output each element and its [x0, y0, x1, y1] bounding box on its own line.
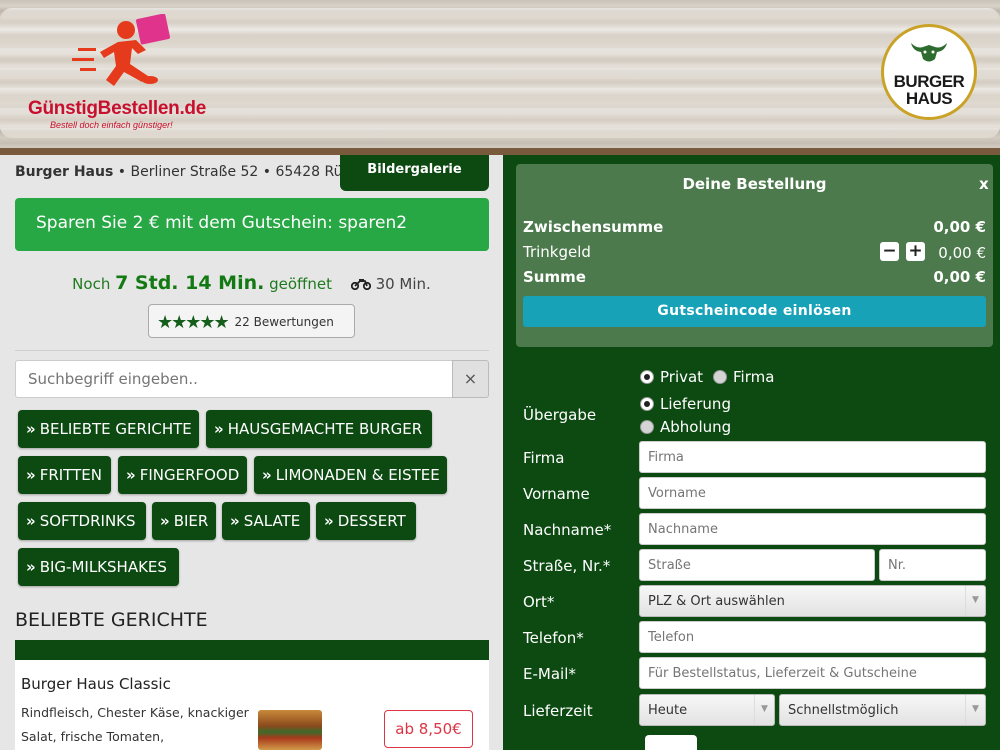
close-icon: × — [463, 369, 478, 388]
restaurant-logo-text: BURGER HAUS — [893, 72, 965, 108]
brand-slogan: Bestell doch einfach günstiger! — [50, 120, 173, 130]
double-chevron-icon: » — [230, 512, 240, 530]
menu-item-name: Burger Haus Classic — [21, 675, 171, 693]
restaurant-info: Burger Haus • Berliner Straße 52 • 65428… — [15, 164, 345, 180]
total-label: Summe — [523, 268, 586, 286]
delivery-time: 30 Min. — [350, 275, 431, 293]
company-label: Firma — [523, 449, 565, 467]
category-dessert[interactable]: » DESSERT — [316, 502, 416, 540]
double-chevron-icon: » — [26, 420, 36, 438]
radio-pickup[interactable]: Abholung — [640, 418, 731, 436]
double-chevron-icon: » — [126, 466, 136, 484]
lastname-label: Nachname* — [523, 521, 612, 539]
city-select[interactable]: PLZ & Ort auswählen ▼ — [639, 585, 986, 617]
tip-decrease-button[interactable]: − — [880, 242, 899, 261]
category-bier[interactable]: » BIER — [152, 502, 216, 540]
double-chevron-icon: » — [160, 512, 170, 530]
lastname-field[interactable] — [639, 513, 986, 545]
double-chevron-icon: » — [26, 512, 36, 530]
email-label: E-Mail* — [523, 665, 576, 683]
subtotal-label: Zwischensumme — [523, 218, 664, 236]
rating-button[interactable]: ★★★★★ 22 Bewertungen — [148, 304, 355, 338]
gallery-button[interactable]: Bildergalerie — [340, 155, 489, 191]
category-salate[interactable]: » SALATE — [222, 502, 310, 540]
search-input[interactable] — [15, 360, 453, 398]
open-time: 7 Std. 14 Min. — [115, 272, 265, 294]
star-rating-icon: ★★★★★ — [157, 312, 230, 333]
clear-search-button[interactable]: × — [452, 360, 489, 398]
divider — [15, 350, 489, 351]
phone-field[interactable] — [639, 621, 986, 653]
order-title: Deine Bestellung — [682, 175, 827, 193]
menu-item-image — [258, 710, 322, 750]
radio-private[interactable]: Privat — [640, 368, 703, 386]
menu-item-description: Rindfleisch, Chester Käse, knackiger Sal… — [21, 705, 249, 744]
chevron-down-icon: ▼ — [965, 695, 985, 725]
brand-logo[interactable]: GünstigBestellen.de Bestell doch einfach… — [28, 14, 206, 130]
radio-checked-icon — [640, 370, 654, 384]
category-fritten[interactable]: » FRITTEN — [18, 456, 111, 494]
opening-status: Noch 7 Std. 14 Min. geöffnet 30 Min. — [72, 272, 431, 294]
tip-label: Trinkgeld — [523, 243, 591, 261]
time-select[interactable]: Schnellstmöglich ▼ — [779, 694, 986, 726]
coupon-banner: Sparen Sie 2 € mit dem Gutschein: sparen… — [15, 198, 489, 251]
menu-item-price-button[interactable]: ab 8,50€ — [384, 710, 473, 748]
restaurant-name: Burger Haus — [15, 164, 114, 180]
redeem-voucher-button[interactable]: Gutscheincode einlösen — [523, 296, 986, 327]
city-label: Ort* — [523, 593, 555, 611]
handover-label: Übergabe — [523, 406, 597, 424]
delivery-time-label: Lieferzeit — [523, 702, 593, 720]
street-label: Straße, Nr.* — [523, 557, 611, 575]
category-big-milkshakes[interactable]: » BIG-MILKSHAKES — [18, 548, 179, 586]
category-beliebte-gerichte[interactable]: » BELIEBTE GERICHTE — [18, 410, 199, 448]
rating-count: 22 Bewertungen — [234, 315, 334, 329]
subtotal-value: 0,00 € — [933, 218, 986, 236]
radio-unchecked-icon — [713, 370, 727, 384]
section-title: BELIEBTE GERICHTE — [15, 609, 208, 631]
category-limonaden-eistee[interactable]: » LIMONADEN & EISTEE — [254, 456, 447, 494]
payment-method-icon[interactable] — [645, 735, 697, 750]
day-select[interactable]: Heute ▼ — [639, 694, 775, 726]
double-chevron-icon: » — [324, 512, 334, 530]
radio-company[interactable]: Firma — [713, 368, 774, 386]
close-order-button[interactable]: x — [979, 175, 989, 193]
brand-name: GünstigBestellen.de — [28, 98, 207, 119]
restaurant-logo: BURGER HAUS — [881, 24, 977, 120]
bull-icon — [911, 43, 947, 62]
category-softdrinks[interactable]: » SOFTDRINKS — [18, 502, 146, 540]
motorcycle-icon — [350, 279, 371, 291]
delivery-runner-icon — [72, 14, 171, 86]
section-bar — [15, 640, 489, 660]
minus-icon: − — [882, 241, 897, 261]
category-fingerfood[interactable]: » FINGERFOOD — [118, 456, 247, 494]
total-value: 0,00 € — [933, 268, 986, 286]
phone-label: Telefon* — [523, 629, 584, 647]
double-chevron-icon: » — [262, 466, 272, 484]
radio-delivery[interactable]: Lieferung — [640, 395, 731, 413]
menu-item[interactable]: Burger Haus Classic Rindfleisch, Chester… — [15, 660, 489, 750]
firstname-field[interactable] — [639, 477, 986, 509]
email-field[interactable] — [639, 657, 986, 689]
category-hausgemachte-burger[interactable]: » HAUSGEMACHTE BURGER — [206, 410, 432, 448]
radio-unchecked-icon — [640, 420, 654, 434]
restaurant-address: • Berliner Straße 52 • 65428 Rüsse — [113, 164, 345, 180]
firstname-label: Vorname — [523, 485, 590, 503]
chevron-down-icon: ▼ — [965, 586, 985, 616]
double-chevron-icon: » — [26, 466, 36, 484]
house-number-field[interactable] — [879, 549, 986, 581]
radio-checked-icon — [640, 397, 654, 411]
chevron-down-icon: ▼ — [754, 695, 774, 725]
double-chevron-icon: » — [26, 558, 36, 576]
double-chevron-icon: » — [214, 420, 224, 438]
tip-value: 0,00 € — [938, 244, 986, 262]
company-field[interactable] — [639, 441, 986, 473]
street-field[interactable] — [639, 549, 875, 581]
